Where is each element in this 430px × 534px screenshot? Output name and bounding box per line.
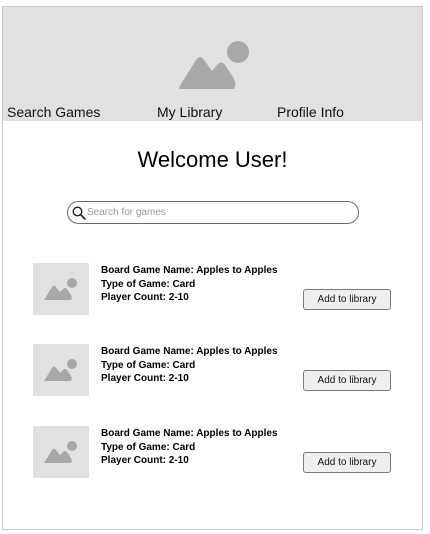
game-card: Board Game Name: Apples to Apples Type o…: [33, 263, 393, 319]
app-frame: Search Games My Library Profile Info Wel…: [2, 6, 423, 530]
game-thumbnail: [33, 426, 89, 478]
welcome-heading: Welcome User!: [137, 147, 288, 172]
nav-my-library[interactable]: My Library: [157, 104, 222, 120]
game-type: Type of Game: Card: [101, 441, 196, 453]
game-card: Board Game Name: Apples to Apples Type o…: [33, 426, 393, 482]
add-to-library-button[interactable]: Add to library: [303, 289, 391, 310]
game-name: Board Game Name: Apples to Apples: [101, 265, 278, 276]
player-count: Player Count: 2-10: [101, 292, 189, 303]
game-thumbnail: [33, 263, 89, 315]
game-info: Board Game Name: Apples to Apples Type o…: [101, 345, 278, 386]
search-bar[interactable]: [67, 201, 359, 224]
game-name: Board Game Name: Apples to Apples: [101, 428, 278, 439]
image-placeholder-icon: [44, 359, 77, 381]
image-placeholder-icon: [179, 41, 249, 89]
add-to-library-button[interactable]: Add to library: [303, 370, 391, 391]
game-thumbnail: [33, 344, 89, 396]
game-type: Type of Game: Card: [101, 278, 196, 290]
game-info: Board Game Name: Apples to Apples Type o…: [101, 427, 278, 468]
image-placeholder-icon: [44, 441, 77, 463]
nav-profile-info[interactable]: Profile Info: [277, 104, 344, 120]
game-type: Type of Game: Card: [101, 359, 196, 371]
header-banner: Search Games My Library Profile Info: [3, 7, 422, 121]
search-input[interactable]: [87, 204, 347, 221]
player-count: Player Count: 2-10: [101, 455, 189, 466]
game-name: Board Game Name: Apples to Apples: [101, 346, 278, 357]
player-count: Player Count: 2-10: [101, 373, 189, 384]
nav-search-games[interactable]: Search Games: [7, 104, 100, 120]
add-to-library-button[interactable]: Add to library: [303, 452, 391, 473]
image-placeholder-icon: [44, 278, 77, 300]
game-info: Board Game Name: Apples to Apples Type o…: [101, 264, 278, 305]
search-icon: [72, 206, 86, 220]
game-card: Board Game Name: Apples to Apples Type o…: [33, 344, 393, 400]
